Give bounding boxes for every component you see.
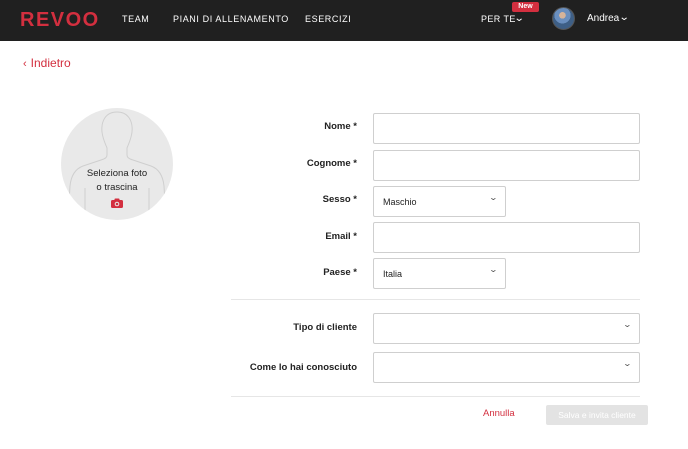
- country-select-value: Italia: [383, 269, 403, 279]
- source-select[interactable]: ⌄: [373, 352, 640, 383]
- client-type-select[interactable]: ⌄: [373, 313, 640, 344]
- back-link[interactable]: ‹ Indietro: [23, 56, 71, 70]
- country-label: Paese *: [323, 267, 357, 278]
- client-type-label: Tipo di cliente: [293, 322, 357, 333]
- nav-training-plans[interactable]: PIANI DI ALLENAMENTO: [173, 14, 289, 24]
- nav-exercises[interactable]: ESERCIZI: [305, 14, 351, 24]
- chevron-down-icon: ⌄: [622, 320, 633, 329]
- cancel-button[interactable]: Annulla: [483, 408, 515, 419]
- sex-label: Sesso *: [322, 194, 357, 205]
- revoo-logo[interactable]: REVOO: [20, 9, 100, 32]
- nav-team[interactable]: TEAM: [122, 14, 149, 24]
- photo-upload-line1: Seleziona foto: [86, 168, 148, 179]
- new-badge: New: [512, 2, 539, 12]
- top-navbar: REVOO TEAM PIANI DI ALLENAMENTO ESERCIZI…: [0, 0, 688, 41]
- sex-select-value: Maschio: [383, 197, 417, 207]
- nav-for-you[interactable]: PER TE: [481, 14, 516, 24]
- chevron-down-icon: ⌄: [488, 193, 499, 202]
- camera-icon: [111, 198, 123, 208]
- photo-upload-dropzone[interactable]: Seleziona foto o trascina: [61, 108, 173, 220]
- surname-label: Cognome *: [306, 158, 357, 169]
- chevron-down-icon[interactable]: ⌄: [514, 13, 525, 24]
- avatar[interactable]: [552, 7, 575, 30]
- email-label: Email *: [325, 231, 357, 242]
- form-divider: [231, 396, 640, 397]
- surname-input[interactable]: [373, 150, 640, 181]
- back-label: Indietro: [30, 56, 71, 70]
- form-divider: [231, 299, 640, 300]
- user-menu-name[interactable]: Andrea: [587, 13, 619, 24]
- name-input[interactable]: [373, 113, 640, 144]
- chevron-left-icon: ‹: [23, 58, 27, 70]
- chevron-down-icon[interactable]: ⌄: [619, 12, 630, 23]
- name-label: Nome *: [324, 121, 357, 132]
- email-input[interactable]: [373, 222, 640, 253]
- chevron-down-icon: ⌄: [622, 359, 633, 368]
- country-select[interactable]: Italia ⌄: [373, 258, 506, 289]
- chevron-down-icon: ⌄: [488, 265, 499, 274]
- photo-upload-line2: o trascina: [96, 182, 138, 193]
- photo-upload-text: Seleziona foto o trascina: [61, 167, 173, 195]
- sex-select[interactable]: Maschio ⌄: [373, 186, 506, 217]
- source-label: Come lo hai conosciuto: [249, 362, 357, 373]
- save-and-invite-button[interactable]: Salva e invita cliente: [546, 405, 648, 425]
